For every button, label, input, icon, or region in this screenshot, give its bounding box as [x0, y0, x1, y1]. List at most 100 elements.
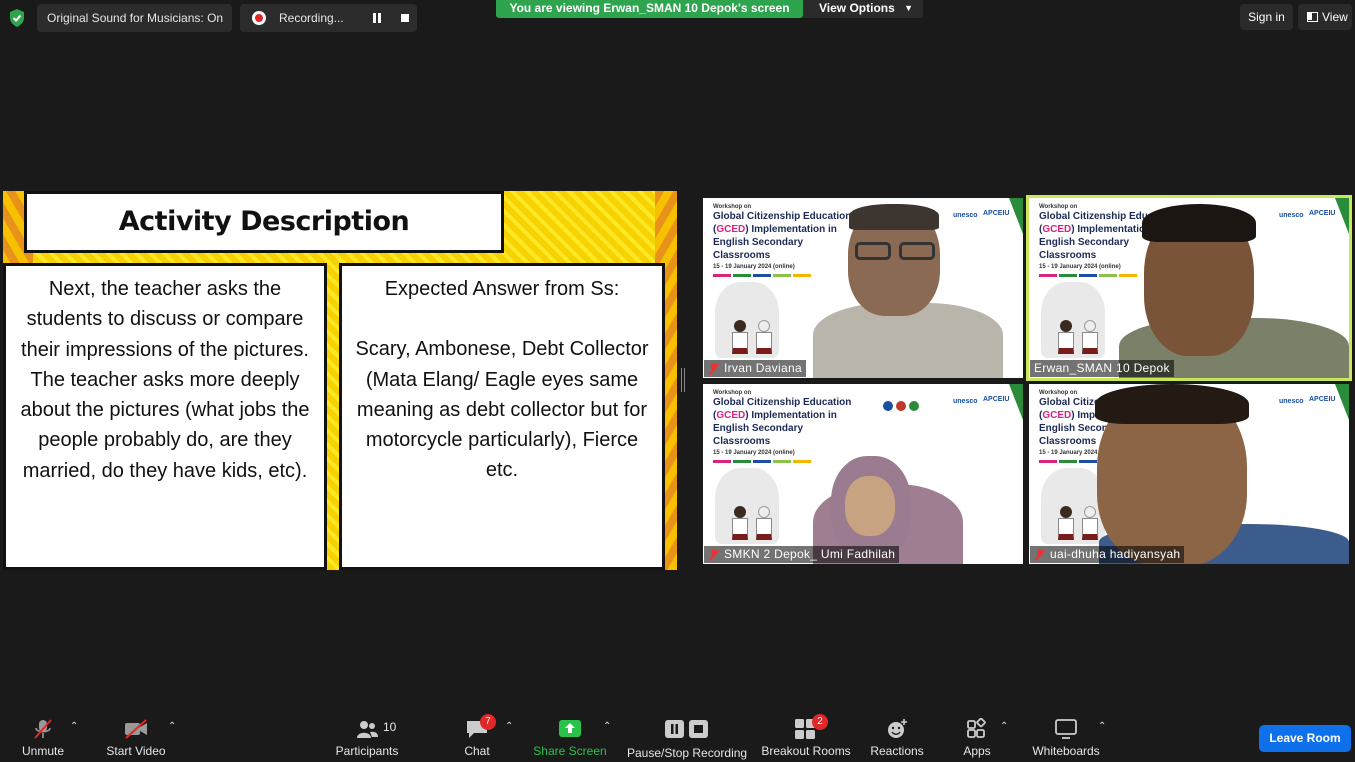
unesco-logo: unesco [1279, 398, 1304, 405]
banner-title-line: English Secondary [713, 237, 804, 248]
banner-title: Global Citizenship Education (GCED) Impl… [713, 396, 853, 448]
slide-answer-text: Scary, Ambonese, Debt Collector (Mata El… [355, 338, 649, 482]
student-illustration [731, 506, 749, 542]
student-illustration [755, 506, 773, 542]
shield-icon[interactable] [8, 8, 26, 28]
leave-room-button[interactable]: Leave Room [1259, 725, 1351, 752]
recording-label: Recording... [279, 11, 344, 25]
record-icon [252, 11, 266, 25]
slide-title-box: Activity Description [24, 191, 504, 253]
banner-gced: GCED [1042, 224, 1072, 235]
mic-muted-icon [34, 719, 52, 739]
unmute-button[interactable]: Unmute [16, 708, 70, 762]
virtual-background-banner: Workshop on Global Citizenship Education… [713, 204, 853, 277]
participant-name-tag: Irvan Daviana [704, 360, 806, 377]
chat-label: Chat [464, 744, 490, 758]
video-tile[interactable]: Workshop on Global Citizenship Education… [703, 384, 1023, 564]
slide-answer-box: Expected Answer from Ss: Scary, Ambonese… [339, 263, 665, 570]
whiteboards-options-chevron-icon[interactable]: ⌃ [1098, 721, 1106, 732]
apps-options-chevron-icon[interactable]: ⌃ [1000, 721, 1008, 732]
sign-in-button[interactable]: Sign in [1240, 4, 1293, 30]
participant-name: uai-dhuha hadiyansyah [1050, 547, 1181, 561]
view-button[interactable]: View [1298, 4, 1352, 30]
start-video-label: Start Video [106, 744, 166, 758]
pause-stop-recording-button[interactable]: Pause/Stop Recording [627, 708, 747, 762]
participant-name-tag: SMKN 2 Depok_ Umi Fadhilah [704, 546, 900, 563]
student-illustration [1057, 506, 1075, 542]
panel-resize-handle[interactable] [681, 368, 685, 392]
share-screen-label: Share Screen [533, 744, 607, 758]
slide-answer-heading: Expected Answer from Ss: [384, 278, 620, 300]
participants-button[interactable]: 10 Participants [333, 708, 401, 762]
breakout-badge: 2 [812, 714, 828, 730]
video-tile[interactable]: Workshop on Global Citizenship Education… [703, 198, 1023, 378]
video-tile[interactable]: Workshop on Global Citizenship Education… [1029, 384, 1349, 564]
view-options-label: View Options [819, 1, 895, 15]
apceiu-logo: APCEIU [983, 210, 1010, 217]
chevron-down-icon: ▼ [904, 3, 913, 13]
share-screen-button[interactable]: Share Screen [533, 708, 607, 762]
slide-title: Activity Description [118, 206, 410, 237]
student-illustration [1081, 506, 1099, 542]
student-illustration [731, 320, 749, 356]
apps-label: Apps [963, 744, 991, 758]
banner-title-suffix: ) Implementation in [745, 224, 837, 235]
pause-icon[interactable] [372, 13, 382, 23]
view-icon [1307, 12, 1318, 22]
whiteboard-icon [1055, 719, 1077, 739]
participant-name-tag: Erwan_SMAN 10 Depok [1030, 360, 1174, 377]
mic-muted-icon [709, 549, 718, 560]
banner-color-bars [713, 460, 853, 463]
whiteboards-label: Whiteboards [1032, 744, 1100, 758]
chat-button[interactable]: 7 Chat [458, 708, 496, 762]
video-off-icon [125, 719, 147, 739]
participants-count: 10 [383, 720, 397, 734]
banner-color-bars [713, 274, 853, 277]
unesco-logo: unesco [953, 212, 978, 219]
banner-corner-decoration [1009, 198, 1023, 234]
apps-button[interactable]: Apps [957, 708, 997, 762]
banner-title-line: (GCED) Implementation in [713, 223, 853, 236]
video-tile-active-speaker[interactable]: Workshop on Global Citizenship Education… [1026, 195, 1352, 381]
apceiu-logo: APCEIU [1309, 396, 1336, 403]
view-options-button[interactable]: View Options ▼ [803, 0, 923, 18]
banner-title: Global Citizenship Education (GCED) Impl… [713, 210, 853, 262]
chat-options-chevron-icon[interactable]: ⌃ [505, 721, 513, 732]
chat-badge: 7 [480, 714, 496, 730]
reactions-button[interactable]: Reactions [868, 708, 926, 762]
shared-screen-slide: Activity Description Next, the teacher a… [3, 191, 677, 570]
share-options-chevron-icon[interactable]: ⌃ [603, 721, 611, 732]
banner-title-line: Classrooms [713, 436, 771, 447]
whiteboards-button[interactable]: Whiteboards [1030, 708, 1102, 762]
participant-name: SMKN 2 Depok_ Umi Fadhilah [724, 547, 896, 561]
breakout-rooms-button[interactable]: 2 Breakout Rooms [761, 708, 851, 762]
logo-icon [896, 401, 906, 411]
banner-corner-decoration [1335, 198, 1349, 234]
logo-icon [909, 401, 919, 411]
audio-options-chevron-icon[interactable]: ⌃ [70, 721, 78, 732]
student-illustration [755, 320, 773, 356]
unesco-logo: unesco [1279, 212, 1304, 219]
banner-corner-decoration [1335, 384, 1349, 420]
start-video-button[interactable]: Start Video [103, 708, 169, 762]
banner-title-line: English Secondary [713, 423, 804, 434]
banner-title-line: Global Citizenship Education [713, 211, 852, 222]
view-label: View [1322, 10, 1348, 24]
pause-stop-recording-label: Pause/Stop Recording [627, 746, 748, 760]
reactions-icon [888, 719, 907, 738]
stop-icon[interactable] [401, 14, 409, 22]
banner-dates: 15 - 19 January 2024 (online) [713, 450, 795, 456]
original-sound-toggle[interactable]: Original Sound for Musicians: On [37, 4, 232, 32]
banner-gced: GCED [716, 224, 746, 235]
student-illustration [1057, 320, 1075, 356]
apceiu-logo: APCEIU [1309, 210, 1336, 217]
video-options-chevron-icon[interactable]: ⌃ [168, 721, 176, 732]
reactions-label: Reactions [870, 744, 924, 758]
participants-icon [357, 721, 378, 738]
mic-muted-icon [709, 363, 718, 374]
breakout-rooms-label: Breakout Rooms [761, 744, 851, 758]
banner-title-line: Classrooms [713, 250, 771, 261]
banner-title-line: Global Citizenship Education [713, 397, 852, 408]
logo-icon [883, 401, 893, 411]
recording-controls-icon [665, 720, 708, 738]
